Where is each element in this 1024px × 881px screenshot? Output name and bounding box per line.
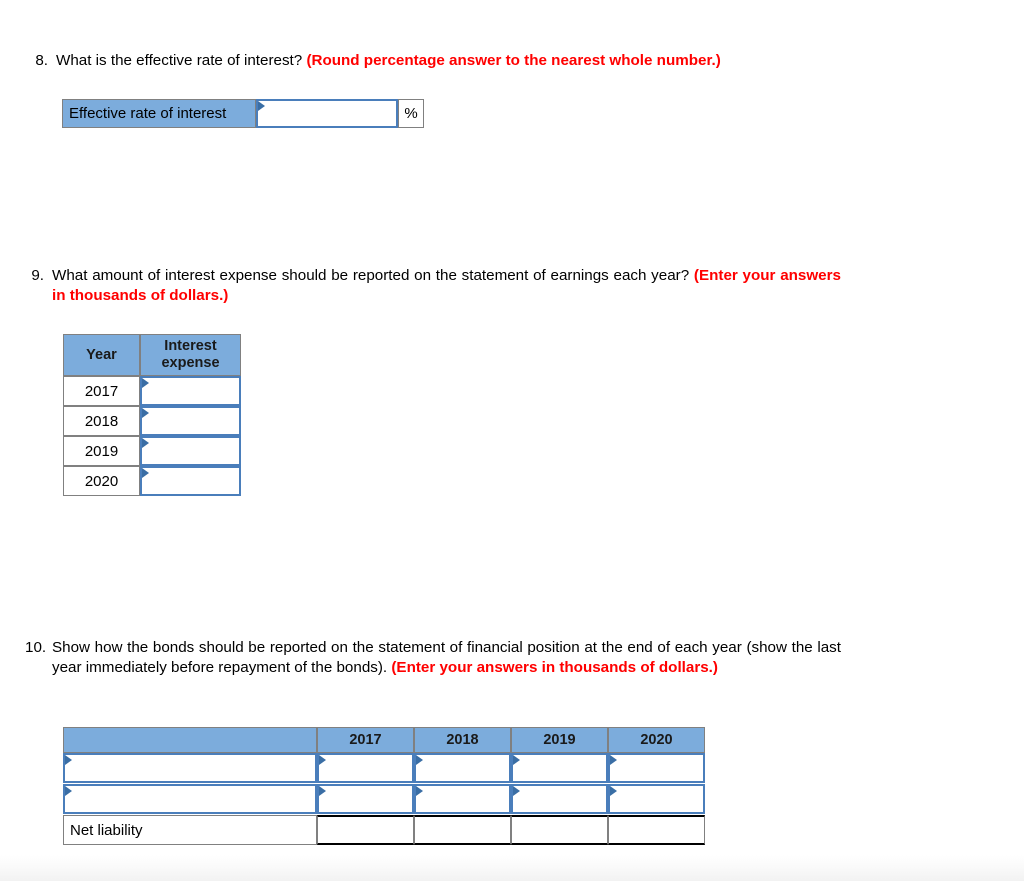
q10-net-2018-wrapper [414,815,511,845]
q10-row-2-label-wrapper [63,784,317,814]
q8-input-wrapper [256,99,398,128]
q9-interest-expense-input-2020[interactable] [140,466,241,496]
q10-row-2-2017-input[interactable] [317,784,414,814]
q10-row-1-2019-wrapper [511,753,608,783]
q9-header-interest-expense: Interest expense [140,334,241,376]
q9-input-wrapper-2019 [140,436,241,466]
q9-interest-expense-input-2017[interactable] [140,376,241,406]
q9-year-2020: 2020 [63,466,140,496]
question-8: 8. What is the effective rate of interes… [29,51,849,71]
q10-row-2-2018-wrapper [414,784,511,814]
q10-header-2017: 2017 [317,727,414,753]
question-8-text-normal: What is the effective rate of interest? [56,52,307,69]
q10-row-2-2018-input[interactable] [414,784,511,814]
question-8-text-red: (Round percentage answer to the nearest … [306,52,721,69]
q10-row-1-2018-wrapper [414,753,511,783]
q8-percent-symbol: % [398,99,424,128]
q10-row-2-2020-wrapper [608,784,705,814]
page-bottom-fade [0,855,1024,881]
q9-interest-expense-input-2018[interactable] [140,406,241,436]
q10-row-2-2019-wrapper [511,784,608,814]
q9-input-wrapper-2018 [140,406,241,436]
q9-year-2017: 2017 [63,376,140,406]
question-10-text: Show how the bonds should be reported on… [52,638,841,678]
question-10-number: 10. [25,639,47,656]
q10-header-blank [63,727,317,753]
q9-input-wrapper-2017 [140,376,241,406]
q10-row-2-label-input[interactable] [63,784,317,814]
q10-row-2-2017-wrapper [317,784,414,814]
question-8-number: 8. [35,52,48,69]
q10-row-1-2017-wrapper [317,753,414,783]
q10-row-1-2017-input[interactable] [317,753,414,783]
q9-interest-expense-input-2019[interactable] [140,436,241,466]
q10-row-1-label-input[interactable] [63,753,317,783]
q10-row-1-2020-wrapper [608,753,705,783]
q10-header-2019: 2019 [511,727,608,753]
question-9-number: 9. [31,267,44,284]
question-10: 10. Show how the bonds should be reporte… [25,638,841,678]
question-10-text-red: (Enter your answers in thousands of doll… [391,659,718,676]
question-8-text: What is the effective rate of interest? … [56,51,849,71]
q10-net-liability-2018-input[interactable] [414,815,511,845]
q10-net-liability-2020-input[interactable] [608,815,705,845]
q10-net-liability-label: Net liability [63,815,317,845]
q9-year-2018: 2018 [63,406,140,436]
q10-header-2018: 2018 [414,727,511,753]
q10-row-2-2020-input[interactable] [608,784,705,814]
q10-net-liability-2019-input[interactable] [511,815,608,845]
q9-input-wrapper-2020 [140,466,241,496]
question-9-text: What amount of interest expense should b… [52,266,841,306]
q10-net-2019-wrapper [511,815,608,845]
q9-year-2019: 2019 [63,436,140,466]
q10-row-1-2019-input[interactable] [511,753,608,783]
q9-header-year: Year [63,334,140,376]
q10-net-2017-wrapper [317,815,414,845]
worksheet-page: 8. What is the effective rate of interes… [0,0,1024,881]
question-9: 9. What amount of interest expense shoul… [25,266,841,306]
q10-row-1-2018-input[interactable] [414,753,511,783]
question-9-text-normal: What amount of interest expense should b… [52,267,694,284]
q10-row-1-2020-input[interactable] [608,753,705,783]
q10-row-1-label-wrapper [63,753,317,783]
q8-effective-rate-input[interactable] [256,99,398,128]
q8-row-label: Effective rate of interest [62,99,256,128]
q10-row-2-2019-input[interactable] [511,784,608,814]
q10-net-2020-wrapper [608,815,705,845]
q10-header-2020: 2020 [608,727,705,753]
q10-net-liability-2017-input[interactable] [317,815,414,845]
